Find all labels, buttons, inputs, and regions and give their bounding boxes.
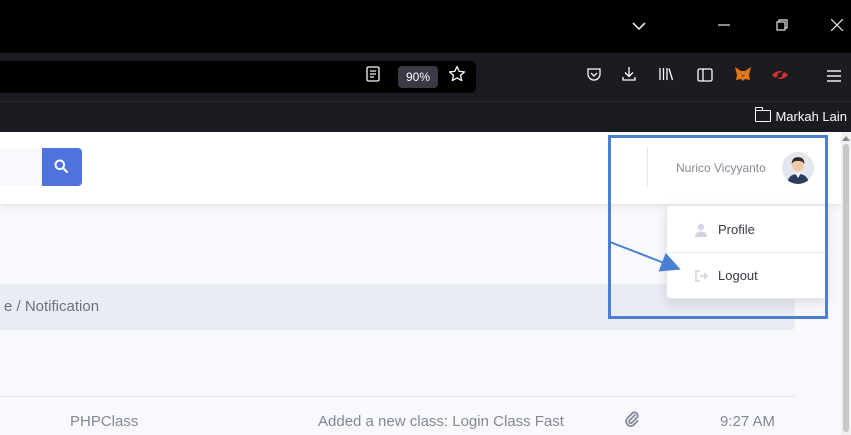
browser-toolbar: 90% <box>0 53 851 101</box>
bookmark-star-icon[interactable] <box>448 65 466 90</box>
folder-icon <box>754 107 772 122</box>
extension-eye-off-icon[interactable] <box>768 65 792 89</box>
search-input[interactable] <box>0 148 42 186</box>
breadcrumb-text: e / Notification <box>4 298 100 315</box>
table-divider <box>0 396 795 397</box>
scroll-up-arrow-icon[interactable] <box>842 136 850 141</box>
reader-view-icon[interactable] <box>366 65 380 89</box>
minimize-icon[interactable] <box>709 14 739 38</box>
highlight-annotation-box <box>608 135 828 319</box>
paperclip-icon[interactable] <box>625 411 639 433</box>
notification-message[interactable]: Added a new class: Login Class Fast <box>318 412 564 432</box>
sidebar-icon[interactable] <box>693 65 717 89</box>
search-button[interactable] <box>42 148 82 186</box>
download-icon[interactable] <box>617 65 641 89</box>
page-scrollbar[interactable] <box>841 132 851 435</box>
search-icon <box>54 159 68 173</box>
bookmarks-bar: Markah Lain <box>0 101 851 132</box>
chevron-down-icon[interactable] <box>624 14 654 38</box>
hamburger-menu-icon[interactable] <box>822 65 846 89</box>
restore-icon[interactable] <box>767 14 797 38</box>
metamask-fox-icon[interactable] <box>731 65 755 89</box>
window-titlebar <box>0 0 851 53</box>
pocket-icon[interactable] <box>582 65 606 89</box>
notification-time: 9:27 AM <box>720 413 776 430</box>
scrollbar-thumb[interactable] <box>843 144 849 432</box>
zoom-level-badge[interactable]: 90% <box>398 66 438 88</box>
close-icon[interactable] <box>822 14 851 38</box>
url-bar[interactable]: 90% <box>0 61 476 93</box>
library-icon[interactable] <box>654 65 678 89</box>
bookmark-folder-label: Markah Lain <box>775 109 847 124</box>
notification-sender[interactable]: PHPClass <box>70 412 138 432</box>
bookmark-folder-other[interactable]: Markah Lain <box>754 107 847 126</box>
